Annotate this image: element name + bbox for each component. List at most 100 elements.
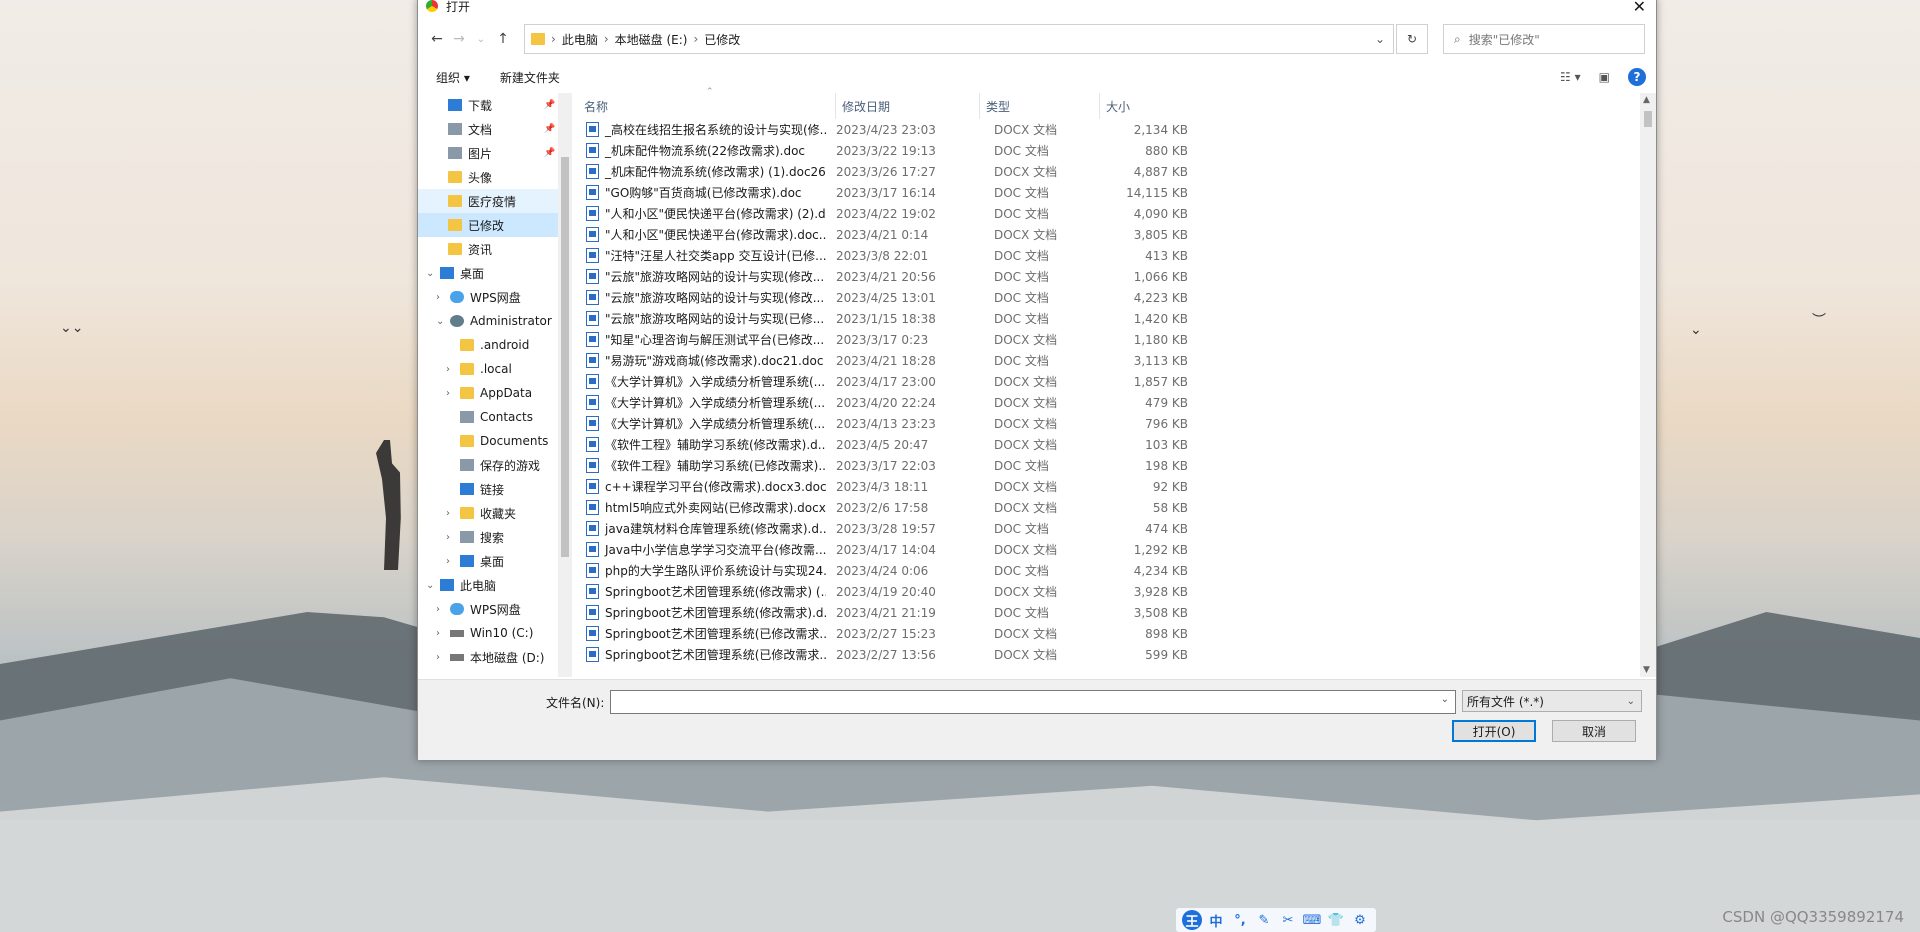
close-icon[interactable]: ✕ bbox=[1633, 0, 1646, 16]
column-type[interactable]: 类型 bbox=[980, 93, 1100, 119]
file-row[interactable]: c++课程学习平台(修改需求).docx3.docx 2023/4/3 18:11… bbox=[578, 476, 1638, 497]
file-row[interactable]: java建筑材料仓库管理系统(修改需求).d... 2023/3/28 19:57… bbox=[578, 518, 1638, 539]
file-list-scrollbar[interactable]: ▲ ▼ bbox=[1640, 93, 1656, 677]
help-icon[interactable]: ? bbox=[1628, 68, 1646, 86]
scroll-down-icon[interactable]: ▼ bbox=[1643, 665, 1650, 675]
organize-menu[interactable]: 组织 ▾ bbox=[436, 69, 470, 86]
new-folder-button[interactable]: 新建文件夹 bbox=[500, 69, 560, 86]
chevron-down-icon[interactable]: ⌄ bbox=[1375, 32, 1385, 46]
nav-item-quick[interactable]: 医疗疫情 bbox=[418, 189, 558, 213]
chevron-right-icon[interactable]: › bbox=[446, 556, 450, 567]
recent-chevron-icon[interactable]: ⌄ bbox=[470, 34, 492, 45]
nav-item-pc-child[interactable]: › WPS网盘 bbox=[418, 597, 558, 621]
column-size[interactable]: 大小 bbox=[1100, 93, 1190, 119]
file-row[interactable]: "云旅"旅游攻略网站的设计与实现(修改... 2023/4/21 20:56 DOC… bbox=[578, 266, 1638, 287]
file-row[interactable]: Springboot艺术团管理系统(修改需求) (... 2023/4/19 20… bbox=[578, 581, 1638, 602]
cancel-button[interactable]: 取消 bbox=[1552, 720, 1636, 742]
nav-item-admin-child[interactable]: › 收藏夹 bbox=[418, 501, 558, 525]
nav-item-admin-child[interactable]: Contacts bbox=[418, 405, 558, 429]
file-row[interactable]: _机床配件物流系统(22修改需求).doc 2023/3/22 19:13 DOC … bbox=[578, 140, 1638, 161]
file-row[interactable]: Springboot艺术团管理系统(修改需求).d... 2023/4/21 21… bbox=[578, 602, 1638, 623]
chevron-right-icon[interactable]: › bbox=[446, 364, 450, 375]
nav-item-admin-child[interactable]: Documents bbox=[418, 429, 558, 453]
scissors-icon[interactable]: ✂ bbox=[1278, 910, 1298, 930]
nav-item-admin-child[interactable]: › AppData bbox=[418, 381, 558, 405]
ime-logo-icon[interactable]: 王 bbox=[1182, 910, 1202, 930]
file-row[interactable]: "易游玩"游戏商城(修改需求).doc21.doc 2023/4/21 18:28… bbox=[578, 350, 1638, 371]
breadcrumb-this-pc[interactable]: 此电脑 bbox=[562, 31, 598, 48]
refresh-button[interactable]: ↻ bbox=[1396, 24, 1428, 54]
chevron-right-icon[interactable]: › bbox=[436, 604, 440, 615]
chevron-down-icon[interactable]: ⌄ bbox=[426, 268, 434, 279]
file-row[interactable]: Springboot艺术团管理系统(已修改需求... 2023/2/27 15:2… bbox=[578, 623, 1638, 644]
scroll-up-icon[interactable]: ▲ bbox=[1643, 95, 1650, 105]
filetype-select[interactable]: 所有文件 (*.*) ⌄ bbox=[1462, 690, 1642, 712]
file-row[interactable]: Springboot艺术团管理系统(已修改需求... 2023/2/27 13:5… bbox=[578, 644, 1638, 665]
nav-item-quick[interactable]: 头像 bbox=[418, 165, 558, 189]
chevron-right-icon[interactable]: › bbox=[446, 508, 450, 519]
file-row[interactable]: 《大学计算机》入学成绩分析管理系统(... 2023/4/20 22:24 DOCX… bbox=[578, 392, 1638, 413]
punctuation-icon[interactable]: °, bbox=[1230, 910, 1250, 930]
nav-item-quick[interactable]: 资讯 bbox=[418, 237, 558, 261]
chevron-down-icon[interactable]: ⌄ bbox=[1441, 694, 1449, 705]
chevron-down-icon[interactable]: ⌄ bbox=[426, 580, 434, 591]
nav-item-pc-child[interactable]: › 本地磁盘 (D:) bbox=[418, 645, 558, 669]
nav-item-quick[interactable]: 下载 📌 bbox=[418, 93, 558, 117]
filename-input[interactable]: ⌄ bbox=[610, 690, 1456, 714]
nav-item-admin-child[interactable]: › 桌面 bbox=[418, 549, 558, 573]
settings-icon[interactable]: ⚙ bbox=[1350, 910, 1370, 930]
file-row[interactable]: "云旅"旅游攻略网站的设计与实现(修改... 2023/4/25 13:01 DOC… bbox=[578, 287, 1638, 308]
open-button[interactable]: 打开(O) bbox=[1452, 720, 1536, 742]
breadcrumb-modified[interactable]: 已修改 bbox=[704, 31, 740, 48]
file-row[interactable]: "人和小区"便民快递平台(修改需求) (2).d... 2023/4/22 19:… bbox=[578, 203, 1638, 224]
column-date[interactable]: 修改日期 bbox=[836, 93, 980, 119]
nav-item-pc-child[interactable]: › Win10 (C:) bbox=[418, 621, 558, 645]
keyboard-icon[interactable]: ⌨ bbox=[1302, 910, 1322, 930]
file-row[interactable]: "汪特"汪星人社交类app 交互设计(已修... 2023/3/8 22:01 DO… bbox=[578, 245, 1638, 266]
file-row[interactable]: html5响应式外卖网站(已修改需求).docx 2023/2/6 17:58 DO… bbox=[578, 497, 1638, 518]
file-row[interactable]: 《大学计算机》入学成绩分析管理系统(... 2023/4/17 23:00 DOCX… bbox=[578, 371, 1638, 392]
file-row[interactable]: 《软件工程》辅助学习系统(修改需求).d... 2023/4/5 20:47 DOC… bbox=[578, 434, 1638, 455]
chevron-right-icon[interactable]: › bbox=[446, 532, 450, 543]
chevron-right-icon[interactable]: › bbox=[436, 652, 440, 663]
nav-item-admin-child[interactable]: 保存的游戏 bbox=[418, 453, 558, 477]
nav-item-admin-child[interactable]: 链接 bbox=[418, 477, 558, 501]
chevron-right-icon[interactable]: › bbox=[436, 628, 440, 639]
nav-item-wps-cloud[interactable]: › WPS网盘 bbox=[418, 285, 558, 309]
nav-item-quick[interactable]: 文档 📌 bbox=[418, 117, 558, 141]
view-options-icon[interactable]: ☷ ▾ bbox=[1560, 70, 1581, 84]
file-row[interactable]: _高校在线招生报名系统的设计与实现(修... 2023/4/23 23:03 DOC… bbox=[578, 119, 1638, 140]
nav-scrollbar[interactable] bbox=[558, 93, 572, 677]
nav-item-quick[interactable]: 图片 📌 bbox=[418, 141, 558, 165]
up-arrow-icon[interactable]: ↑ bbox=[492, 31, 514, 47]
chevron-down-icon[interactable]: ⌄ bbox=[436, 316, 444, 327]
nav-item-admin-child[interactable]: .android bbox=[418, 333, 558, 357]
file-row[interactable]: php的大学生路队评价系统设计与实现24... 2023/4/24 0:06 DOC… bbox=[578, 560, 1638, 581]
nav-item-this-pc[interactable]: ⌄ 此电脑 bbox=[418, 573, 558, 597]
nav-item-administrator[interactable]: ⌄ Administrator bbox=[418, 309, 558, 333]
chinese-mode-icon[interactable]: 中 bbox=[1206, 910, 1226, 930]
nav-item-desktop[interactable]: ⌄ 桌面 bbox=[418, 261, 558, 285]
nav-item-admin-child[interactable]: › .local bbox=[418, 357, 558, 381]
preview-pane-icon[interactable]: ▣ bbox=[1599, 70, 1610, 84]
ime-toolbar[interactable]: 王中 °, ✎ ✂ ⌨ 👕 ⚙ bbox=[1176, 908, 1376, 932]
forward-arrow-icon[interactable]: → bbox=[448, 31, 470, 47]
nav-scroll-thumb[interactable] bbox=[561, 157, 569, 557]
file-row[interactable]: "人和小区"便民快递平台(修改需求).doc... 2023/4/21 0:14 D… bbox=[578, 224, 1638, 245]
handwriting-icon[interactable]: ✎ bbox=[1254, 910, 1274, 930]
skin-icon[interactable]: 👕 bbox=[1326, 910, 1346, 930]
chevron-right-icon[interactable]: › bbox=[446, 388, 450, 399]
nav-item-quick[interactable]: 已修改 bbox=[418, 213, 558, 237]
file-row[interactable]: 《软件工程》辅助学习系统(已修改需求).... 2023/3/17 22:03 DO… bbox=[578, 455, 1638, 476]
file-row[interactable]: "知星"心理咨询与解压测试平台(已修改... 2023/3/17 0:23 DOCX… bbox=[578, 329, 1638, 350]
chevron-right-icon[interactable]: › bbox=[436, 292, 440, 303]
nav-item-admin-child[interactable]: › 搜索 bbox=[418, 525, 558, 549]
chevron-down-icon[interactable]: ⌄ bbox=[1627, 696, 1635, 707]
file-scroll-thumb[interactable] bbox=[1644, 111, 1652, 127]
file-row[interactable]: _机床配件物流系统(修改需求) (1).doc26... 2023/3/26 17… bbox=[578, 161, 1638, 182]
address-bar[interactable]: › 此电脑 › 本地磁盘 (E:) › 已修改 ⌄ bbox=[524, 24, 1394, 54]
file-row[interactable]: "云旅"旅游攻略网站的设计与实现(已修... 2023/1/15 18:38 DOC… bbox=[578, 308, 1638, 329]
search-input[interactable]: ⌕ 搜索"已修改" bbox=[1443, 24, 1645, 54]
file-row[interactable]: 《大学计算机》入学成绩分析管理系统(... 2023/4/13 23:23 DOCX… bbox=[578, 413, 1638, 434]
file-row[interactable]: "GO购够"百货商城(已修改需求).doc 2023/3/17 16:14 DOC … bbox=[578, 182, 1638, 203]
